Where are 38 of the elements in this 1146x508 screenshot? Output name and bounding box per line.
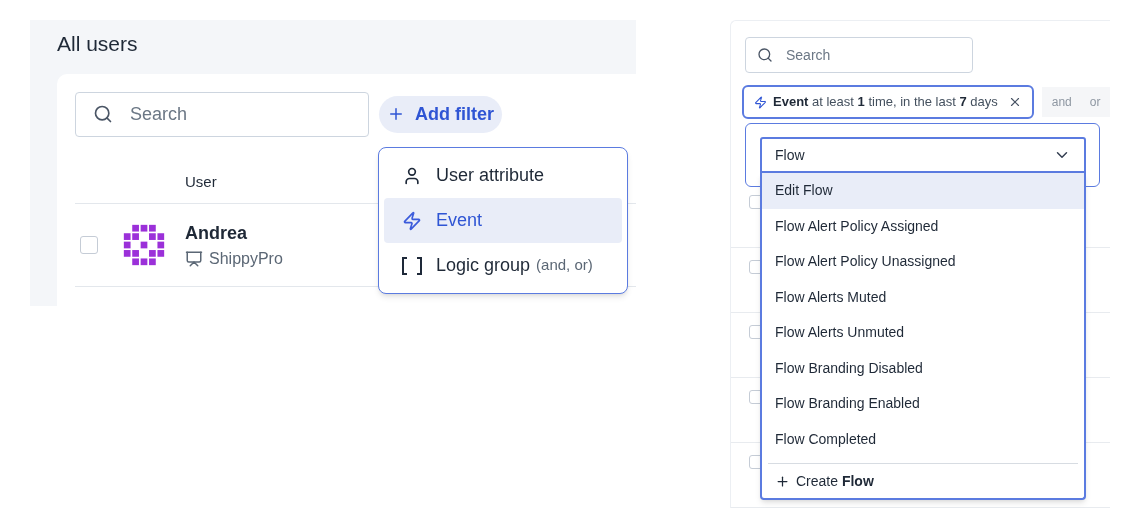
search-icon <box>757 47 773 63</box>
menu-item-label: User attribute <box>436 164 545 187</box>
option-item[interactable]: Flow Completed <box>762 421 1084 457</box>
plus-icon <box>775 473 790 489</box>
option-item[interactable]: Flow Alert Policy Assigned <box>762 208 1084 244</box>
search-field[interactable]: Search <box>745 37 973 73</box>
plus-icon <box>387 105 405 123</box>
event-combobox[interactable]: Flow <box>760 137 1086 173</box>
search-icon <box>93 103 113 124</box>
brackets-icon <box>402 256 422 275</box>
filter-chip[interactable]: Event at least 1 time, in the last 7 days <box>742 85 1034 119</box>
add-filter-button[interactable]: Add filter <box>379 95 502 133</box>
menu-item[interactable]: Event <box>384 198 622 243</box>
create-option[interactable]: Create Flow <box>762 464 1084 498</box>
option-item[interactable]: Flow Branding Enabled <box>762 386 1084 422</box>
avatar-pattern-icon <box>123 224 165 266</box>
search-field[interactable]: Search <box>75 91 369 137</box>
column-header: User <box>185 171 217 192</box>
menu-item[interactable]: User attribute <box>384 153 622 198</box>
page-title: All users <box>57 31 139 57</box>
company-icon <box>185 249 203 268</box>
menu-item-label: Event <box>436 209 483 232</box>
menu-item-hint: (and, or) <box>536 255 593 276</box>
option-item[interactable]: Flow Alerts Muted <box>762 279 1084 315</box>
option-item[interactable]: Edit Flow <box>762 173 1084 209</box>
company-name: ShippyPro <box>209 248 283 269</box>
menu-item[interactable]: Logic group (and, or) <box>384 243 622 288</box>
lightning-icon <box>754 95 767 109</box>
option-item[interactable]: Flow Alert Policy Unassigned <box>762 244 1084 280</box>
filter-description: Event at least 1 time, in the last 7 days <box>773 93 998 112</box>
option-item[interactable]: Flow Branding Disabled <box>762 350 1084 386</box>
user-name: Andrea <box>185 221 248 245</box>
person-icon <box>402 165 422 186</box>
combobox-value: Flow <box>775 145 805 165</box>
option-item[interactable]: Flow Alerts Unmuted <box>762 315 1084 351</box>
row-checkbox[interactable] <box>80 236 98 254</box>
menu-item-label: Logic group <box>436 254 531 277</box>
lightning-icon <box>402 210 422 231</box>
